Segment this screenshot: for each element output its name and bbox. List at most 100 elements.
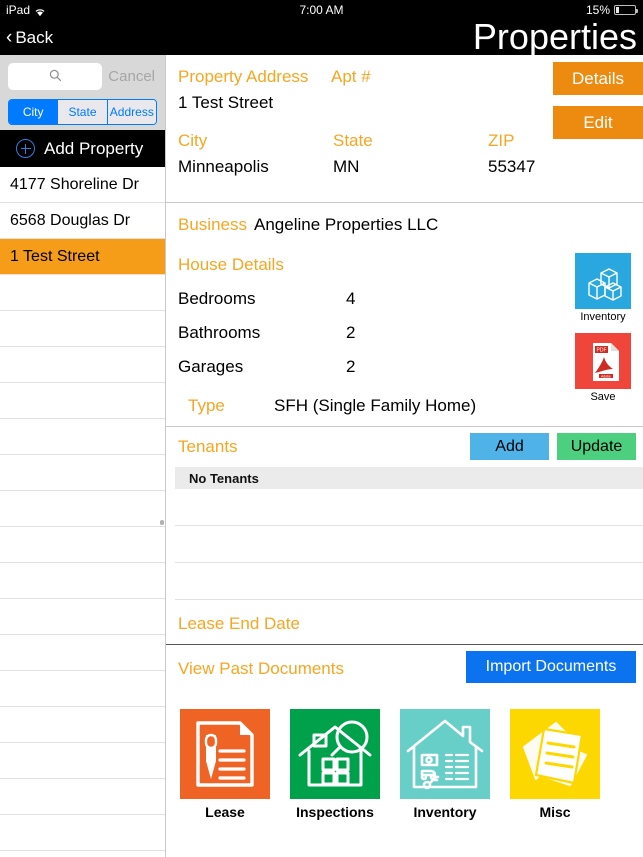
save-caption: Save <box>590 391 616 403</box>
business-label: Business <box>178 215 247 234</box>
city-value: Minneapolis <box>178 157 269 176</box>
list-item-empty <box>0 671 165 707</box>
document-category-grid: Lease Inspections Inventory Misc <box>166 691 643 820</box>
property-name: 4177 Shoreline Dr <box>10 175 139 193</box>
svg-text:PDF: PDF <box>597 348 607 354</box>
add-tenant-button[interactable]: Add <box>470 433 549 460</box>
garages-value: 2 <box>346 357 356 376</box>
tenants-empty-rows <box>166 489 643 600</box>
svg-text:Adobe: Adobe <box>601 374 611 378</box>
misc-papers-icon <box>510 709 600 799</box>
segment-address[interactable]: Address <box>107 100 156 124</box>
house-detail-row: Bedrooms 4 <box>178 289 643 309</box>
list-item-empty <box>0 635 165 671</box>
add-property-label: Add Property <box>44 138 144 158</box>
view-past-documents-label: View Past Documents <box>178 659 344 678</box>
zip-label: ZIP <box>488 131 515 150</box>
list-item-empty <box>0 599 165 635</box>
list-item-empty <box>0 815 165 851</box>
empty-rows <box>0 275 165 851</box>
add-property-button[interactable]: Add Property <box>0 130 165 167</box>
list-item-selected[interactable]: 1 Test Street <box>0 239 165 275</box>
import-documents-button[interactable]: Import Documents <box>466 651 636 683</box>
edit-button[interactable]: Edit <box>553 106 643 139</box>
tenants-empty-header: No Tenants <box>175 467 643 489</box>
bathrooms-value: 2 <box>346 323 356 342</box>
list-item-empty <box>0 563 165 599</box>
property-name: 1 Test Street <box>10 247 100 265</box>
inventory-caption: Inventory <box>580 311 626 323</box>
bathrooms-label: Bathrooms <box>178 323 261 342</box>
document-category-lease[interactable]: Lease <box>180 709 270 820</box>
house-magnifier-icon <box>290 709 380 799</box>
page-title: Properties <box>472 16 637 57</box>
document-category-misc[interactable]: Misc <box>510 709 600 820</box>
details-button[interactable]: Details <box>553 62 643 95</box>
business-value: Angeline Properties LLC <box>254 215 439 234</box>
bedrooms-value: 4 <box>346 289 356 308</box>
filter-segmented-control: City State Address <box>8 99 157 125</box>
property-list: 4177 Shoreline Dr 6568 Douglas Dr 1 Test… <box>0 167 165 851</box>
list-item-empty <box>0 743 165 779</box>
navigation-bar: ‹ Back Properties <box>0 16 643 57</box>
tenant-row-empty <box>175 526 643 563</box>
city-label: City <box>178 131 208 150</box>
lease-end-date-label: Lease End Date <box>178 614 300 633</box>
inventory-boxes-icon <box>575 253 631 309</box>
app-root: iPad 7:00 AM 15% ‹ Back Properties Cance… <box>0 0 643 857</box>
update-tenant-button[interactable]: Update <box>557 433 636 460</box>
bedrooms-label: Bedrooms <box>178 289 256 308</box>
property-type-row: Type SFH (Single Family Home) <box>178 396 643 416</box>
list-item-empty <box>0 347 165 383</box>
search-input[interactable] <box>8 63 103 90</box>
tenants-title: Tenants <box>178 437 238 456</box>
zip-value: 55347 <box>488 157 536 176</box>
list-item-empty <box>0 779 165 815</box>
pdf-save-icon: PDF Adobe <box>575 333 631 389</box>
sidebar: Cancel City State Address Add Property 4… <box>0 55 166 857</box>
plus-circle-icon <box>16 139 35 158</box>
save-pdf-action[interactable]: PDF Adobe Save <box>575 333 631 403</box>
segment-state[interactable]: State <box>58 100 108 124</box>
misc-caption: Misc <box>539 804 571 820</box>
list-item-empty <box>0 491 165 527</box>
list-item[interactable]: 4177 Shoreline Dr <box>0 167 165 203</box>
property-name: 6568 Douglas Dr <box>10 211 131 229</box>
inspections-caption: Inspections <box>296 804 374 820</box>
house-detail-row: Bathrooms 2 <box>178 323 643 343</box>
document-category-inventory[interactable]: Inventory <box>400 709 490 820</box>
city-state-zip-values: Minneapolis MN 55347 <box>178 157 643 177</box>
search-field[interactable] <box>8 63 103 90</box>
cancel-button[interactable]: Cancel <box>106 68 157 85</box>
back-button-label: Back <box>15 27 54 47</box>
inventory-caption: Inventory <box>413 804 477 820</box>
list-item-empty <box>0 527 165 563</box>
property-address-label: Property Address <box>178 67 309 86</box>
back-button[interactable]: ‹ Back <box>6 20 53 55</box>
tenant-row-empty <box>175 563 643 600</box>
house-details-title: House Details <box>178 255 284 274</box>
document-category-inspections[interactable]: Inspections <box>290 709 380 820</box>
list-item-empty <box>0 455 165 491</box>
garages-label: Garages <box>178 357 244 376</box>
lease-caption: Lease <box>205 804 245 820</box>
house-details-section: House Details Bedrooms 4 Bathrooms 2 Gar… <box>166 247 643 426</box>
apt-number-label: Apt # <box>331 67 371 86</box>
state-label: State <box>333 131 373 150</box>
house-detail-row: Garages 2 <box>178 357 643 377</box>
state-value: MN <box>333 157 360 176</box>
inventory-action[interactable]: Inventory <box>575 253 631 323</box>
list-item-empty <box>0 275 165 311</box>
type-label: Type <box>188 396 225 415</box>
side-action-icons: Inventory PDF Adobe Save <box>575 253 631 403</box>
type-value: SFH (Single Family Home) <box>274 396 477 415</box>
list-item[interactable]: 6568 Douglas Dr <box>0 203 165 239</box>
list-item-empty <box>0 707 165 743</box>
segment-city[interactable]: City <box>9 100 59 124</box>
search-zone: Cancel City State Address <box>0 55 165 130</box>
sidebar-scrollbar[interactable] <box>160 520 164 525</box>
tenants-section: Tenants Add Update No Tenants <box>166 427 643 600</box>
documents-header: View Past Documents Import Documents <box>166 645 643 691</box>
list-item-empty <box>0 383 165 419</box>
search-row: Cancel <box>8 63 157 90</box>
